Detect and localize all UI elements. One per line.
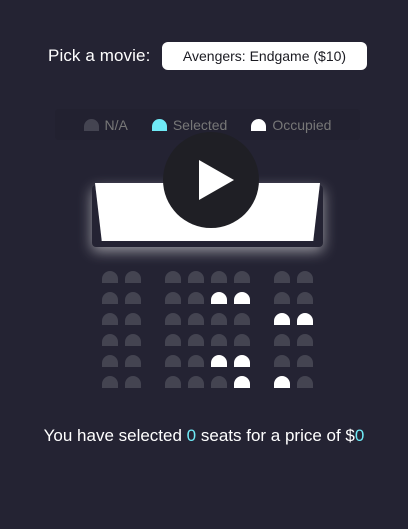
seat-occupied — [274, 376, 290, 388]
seat-available[interactable] — [165, 355, 181, 367]
seat-available[interactable] — [297, 292, 313, 304]
seat-available[interactable] — [274, 355, 290, 367]
legend-label-occupied: Occupied — [272, 116, 332, 133]
seat-available[interactable] — [211, 271, 227, 283]
seat-occupied — [211, 292, 227, 304]
seat-available[interactable] — [297, 334, 313, 346]
seat-selected-icon — [151, 118, 167, 131]
play-button[interactable] — [163, 132, 259, 228]
legend-label-na: N/A — [104, 116, 128, 133]
seat-available[interactable] — [165, 376, 181, 388]
seat-available[interactable] — [234, 313, 250, 325]
seat-available[interactable] — [297, 271, 313, 283]
seat-occupied — [234, 376, 250, 388]
seat-available[interactable] — [297, 355, 313, 367]
seat-available[interactable] — [188, 376, 204, 388]
seat-available[interactable] — [188, 355, 204, 367]
seat-available[interactable] — [234, 271, 250, 283]
seat-available[interactable] — [297, 376, 313, 388]
movie-picker: Pick a movie: Avengers: Endgame ($10) — [48, 42, 368, 70]
seat-available[interactable] — [274, 334, 290, 346]
seat-available[interactable] — [125, 292, 141, 304]
seat-available[interactable] — [211, 376, 227, 388]
seat-occupied — [274, 313, 290, 325]
seat-available[interactable] — [165, 313, 181, 325]
seat-available[interactable] — [102, 271, 118, 283]
movie-picker-label: Pick a movie: — [48, 46, 151, 65]
summary-middle: seats for a price of $ — [196, 426, 355, 445]
seat-available[interactable] — [125, 313, 141, 325]
seat-available[interactable] — [211, 313, 227, 325]
seat-available[interactable] — [274, 271, 290, 283]
seat-occupied — [211, 355, 227, 367]
seat-available[interactable] — [165, 271, 181, 283]
legend-item-selected: Selected — [151, 116, 228, 133]
seat-available[interactable] — [125, 355, 141, 367]
seat-available[interactable] — [102, 292, 118, 304]
seat-available[interactable] — [102, 334, 118, 346]
seat-available-icon — [83, 118, 99, 131]
seat-available[interactable] — [125, 271, 141, 283]
seat-occupied-icon — [251, 118, 267, 131]
play-icon — [199, 160, 234, 200]
legend-item-na: N/A — [83, 116, 128, 133]
seat-available[interactable] — [211, 334, 227, 346]
seat-available[interactable] — [102, 376, 118, 388]
seat-available[interactable] — [102, 313, 118, 325]
summary-prefix: You have selected — [43, 426, 187, 445]
seat-available[interactable] — [188, 292, 204, 304]
seat-available[interactable] — [125, 376, 141, 388]
seat-available[interactable] — [188, 313, 204, 325]
seat-available[interactable] — [188, 334, 204, 346]
selection-summary: You have selected 0 seats for a price of… — [0, 426, 408, 446]
legend-label-selected: Selected — [172, 116, 228, 133]
legend-item-occupied: Occupied — [251, 117, 331, 133]
seat-available[interactable] — [274, 292, 290, 304]
seat-available[interactable] — [165, 292, 181, 304]
seat-available[interactable] — [102, 355, 118, 367]
seat-occupied — [234, 292, 250, 304]
seat-occupied — [234, 355, 250, 367]
selected-count: 0 — [186, 426, 197, 445]
total-price: 0 — [354, 426, 365, 445]
seat-available[interactable] — [188, 271, 204, 283]
seat-available[interactable] — [234, 334, 250, 346]
movie-select[interactable]: Avengers: Endgame ($10) — [162, 42, 367, 70]
seat-available[interactable] — [165, 334, 181, 346]
seat-occupied — [297, 313, 313, 325]
seat-available[interactable] — [125, 334, 141, 346]
